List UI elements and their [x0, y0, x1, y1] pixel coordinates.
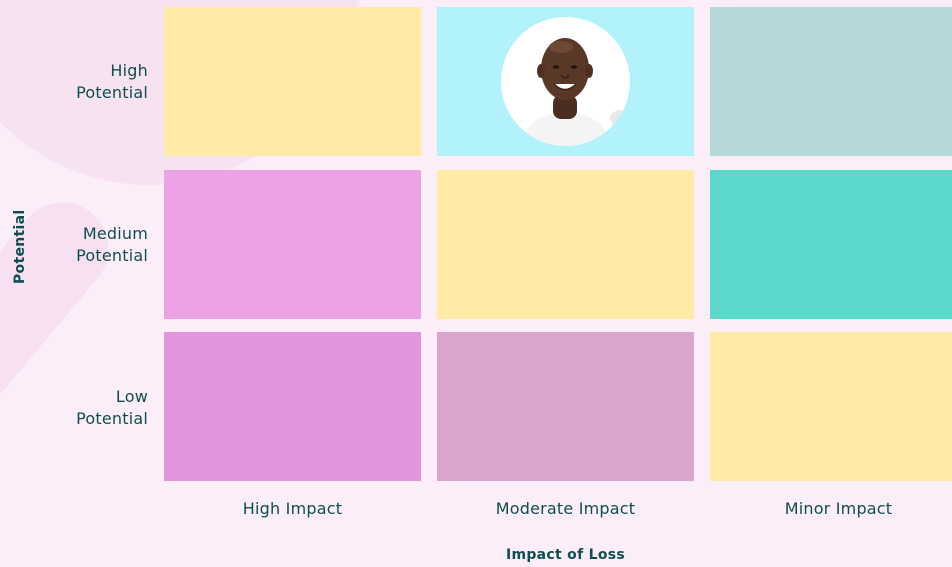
- column-label-high-impact: High Impact: [242, 499, 343, 518]
- cell-medium-potential-high-impact[interactable]: [164, 170, 421, 319]
- cell-medium-potential-minor-impact[interactable]: [710, 170, 952, 319]
- row-label-high-potential: High Potential: [76, 61, 148, 102]
- x-axis-title: Impact of Loss: [505, 547, 626, 563]
- row-label-medium-potential: Medium Potential: [76, 224, 148, 265]
- cell-high-potential-high-impact[interactable]: [164, 7, 421, 156]
- row-label-low-potential: Low Potential: [76, 387, 148, 428]
- cell-medium-potential-moderate-impact[interactable]: [437, 170, 694, 319]
- column-label-moderate-impact: Moderate Impact: [495, 499, 636, 518]
- cell-low-potential-minor-impact[interactable]: [710, 332, 952, 481]
- cell-high-potential-minor-impact[interactable]: [710, 7, 952, 156]
- cell-low-potential-high-impact[interactable]: [164, 332, 421, 481]
- cell-high-potential-moderate-impact[interactable]: [437, 7, 694, 156]
- cell-low-potential-moderate-impact[interactable]: [437, 332, 694, 481]
- y-axis-title: Potential: [12, 209, 28, 284]
- talent-matrix-canvas: High Potential Medium Potential Low Pote…: [0, 0, 952, 567]
- person-avatar-icon[interactable]: [501, 17, 630, 146]
- column-label-minor-impact: Minor Impact: [784, 499, 893, 518]
